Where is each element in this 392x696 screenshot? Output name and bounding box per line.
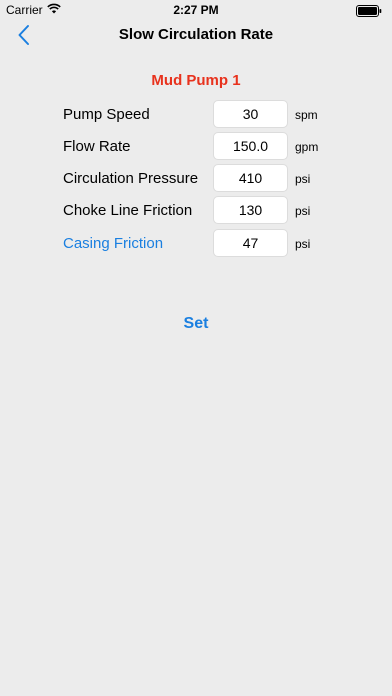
section-title: Mud Pump 1	[151, 72, 241, 89]
navigation-bar: Slow Circulation Rate	[0, 20, 392, 50]
pump-speed-label: Pump Speed	[63, 106, 150, 123]
row-pump-speed: Pump Speed spm	[0, 100, 392, 128]
flow-rate-label: Flow Rate	[63, 138, 131, 155]
pump-speed-input[interactable]	[213, 100, 288, 128]
row-circulation-pressure: Circulation Pressure psi	[0, 164, 392, 192]
circulation-pressure-unit: psi	[295, 172, 311, 186]
casing-friction-unit: psi	[295, 237, 311, 251]
casing-friction-link[interactable]: Casing Friction	[63, 235, 163, 252]
row-choke-line-friction: Choke Line Friction psi	[0, 196, 392, 224]
flow-rate-unit: gpm	[295, 140, 319, 154]
casing-friction-input[interactable]	[213, 229, 288, 257]
set-button[interactable]: Set	[166, 312, 226, 336]
status-time: 2:27 PM	[173, 3, 219, 17]
choke-line-friction-label: Choke Line Friction	[63, 202, 193, 219]
row-flow-rate: Flow Rate gpm	[0, 132, 392, 160]
status-bar: Carrier 2:27 PM	[0, 0, 392, 20]
circulation-pressure-input[interactable]	[213, 164, 288, 192]
pump-speed-unit: spm	[295, 108, 318, 122]
page-title: Slow Circulation Rate	[118, 26, 274, 43]
choke-line-friction-unit: psi	[295, 204, 311, 218]
row-casing-friction: Casing Friction psi	[0, 229, 392, 257]
circulation-pressure-label: Circulation Pressure	[63, 170, 199, 187]
choke-line-friction-input[interactable]	[213, 196, 288, 224]
flow-rate-input[interactable]	[213, 132, 288, 160]
